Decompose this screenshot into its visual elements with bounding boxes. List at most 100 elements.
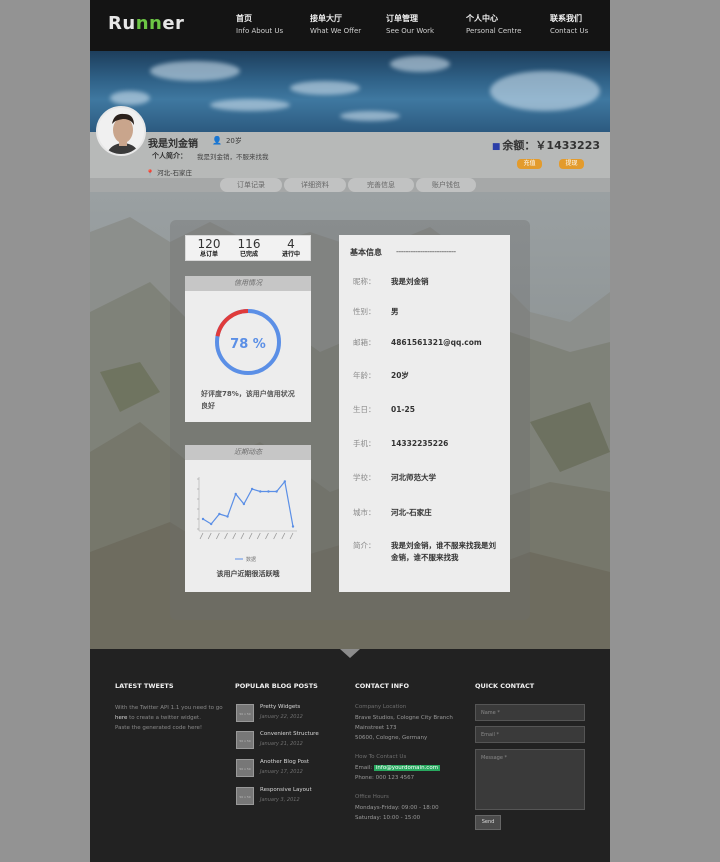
blog-title: POPULAR BLOG POSTS xyxy=(235,682,318,690)
logo[interactable]: Runner xyxy=(108,13,184,34)
name-field[interactable]: Name * xyxy=(475,704,585,721)
email-field[interactable]: Email * xyxy=(475,726,585,743)
data-point xyxy=(267,490,270,493)
data-point xyxy=(209,522,213,526)
x-tick xyxy=(240,532,245,540)
info-divider: ------------------------- xyxy=(396,247,456,256)
profile-age: 👤 20岁 xyxy=(212,136,242,145)
tab-details[interactable]: 详细资料 xyxy=(284,178,346,192)
data-point xyxy=(201,517,205,521)
hours: Mondays-Friday: 09:00 - 18:00 Saturday: 1… xyxy=(355,805,439,821)
wallet-icon: ■ xyxy=(491,142,501,152)
data-point xyxy=(234,492,237,496)
data-point xyxy=(250,487,254,491)
intro-label: 个人简介： xyxy=(152,152,187,160)
tab-orders[interactable]: 订单记录 xyxy=(220,178,282,192)
how-contact-label: How To Contact Us xyxy=(355,754,407,760)
email-line: Email: info@yourdomain.com xyxy=(355,765,441,771)
avatar[interactable] xyxy=(96,106,146,156)
info-title: 基本信息 xyxy=(350,248,382,257)
activity-chart: 数据 xyxy=(197,477,297,563)
profile-strip: 我是刘金销 👤 20岁 个人简介： 我是刘金销，不服来找我 📍 河北-石家庄 ■ 余额… xyxy=(90,132,610,178)
tweets-here-link[interactable]: here xyxy=(115,715,127,721)
activity-card: 近期动态 数据 该用户近期很活跃哦 xyxy=(185,445,311,592)
x-tick xyxy=(248,532,253,540)
x-tick xyxy=(265,532,269,540)
x-tick xyxy=(232,532,237,540)
blog-post[interactable]: 50 x 50 Another Blog Post January 17, 2012 xyxy=(236,759,356,779)
user-icon: 👤 xyxy=(212,136,222,145)
y-ticks xyxy=(197,478,199,530)
info-row-nickname: 昵称： 我是刘金销 xyxy=(353,277,429,286)
x-tick xyxy=(281,532,286,540)
send-button[interactable]: Send xyxy=(475,815,501,830)
data-point xyxy=(226,515,229,518)
gauge-percent-label: 78 % xyxy=(230,337,266,352)
data-point xyxy=(218,512,221,516)
data-point xyxy=(242,502,246,506)
stat-total: 120 总订单 xyxy=(197,237,221,258)
info-row-gender: 性别：男 xyxy=(353,307,399,316)
tab-wallet[interactable]: 账户钱包 xyxy=(416,178,476,192)
withdraw-button[interactable]: 提现 xyxy=(559,159,584,169)
x-tick xyxy=(207,532,212,540)
blog-post[interactable]: 50 x 50 Responsive Layout January 3, 2012 xyxy=(236,787,356,807)
x-tick xyxy=(199,532,204,540)
footer-caret xyxy=(340,649,360,658)
x-tick xyxy=(216,532,220,540)
x-ticks xyxy=(199,532,294,540)
tab-complete-info[interactable]: 完善信息 xyxy=(348,178,414,192)
info-row-email: 邮箱： 4861561321@qq.com xyxy=(353,338,482,347)
message-field[interactable]: Message * xyxy=(475,749,585,810)
info-row-phone: 手机： 14332235226 xyxy=(353,439,449,448)
info-row-city: 城市： 河北-石家庄 xyxy=(353,508,432,517)
quick-contact-title: QUICK CONTACT xyxy=(475,682,535,690)
nav-home[interactable]: 首页 Info About Us xyxy=(236,13,283,36)
address: Brave Studios, Cologne City Branch Mainst… xyxy=(355,715,453,741)
footer: LATEST TWEETS With the Twitter API 1.1 y… xyxy=(90,649,610,862)
credit-card: 信用情况 78 % 好评度78%，该用户信用状况良好 xyxy=(185,276,311,422)
top-navbar: Runner 首页 Info About Us 接单大厅 What We Offer… xyxy=(90,0,610,51)
tweets-title: LATEST TWEETS xyxy=(115,682,174,690)
post-thumbnail: 50 x 50 xyxy=(236,759,254,777)
info-bio: 我是刘金销，谁不服来找我是刘金销，谁不服来找我 xyxy=(391,541,496,562)
order-stats: 120 总订单 116 已完成 4 进行中 xyxy=(185,235,311,261)
phone-line: Phone: 000 123 4567 xyxy=(355,775,415,781)
nav-personal-centre[interactable]: 个人中心 Personal Centre xyxy=(466,13,521,36)
x-tick xyxy=(273,532,277,540)
profile-location: 📍 河北-石家庄 xyxy=(146,169,192,177)
balance: ■ 余额：￥1433223 xyxy=(491,139,600,152)
nav-order-hall[interactable]: 接单大厅 What We Offer xyxy=(310,13,361,36)
gauge-bad-arc xyxy=(215,309,249,337)
x-tick xyxy=(224,532,228,540)
data-point xyxy=(259,490,262,493)
tweets-text: With the Twitter API 1.1 you need to go … xyxy=(115,705,223,731)
data-point xyxy=(275,490,278,493)
profile-tabs: 订单记录 详细资料 完善信息 账户钱包 xyxy=(90,178,610,192)
stat-in-progress: 4 进行中 xyxy=(281,237,300,258)
email-link[interactable]: info@yourdomain.com xyxy=(373,765,441,771)
nav-contact[interactable]: 联系我们 Contact Us xyxy=(550,13,588,36)
x-tick xyxy=(256,532,261,540)
intro-value: 我是刘金销，不服来找我 xyxy=(197,153,269,161)
post-thumbnail: 50 x 50 xyxy=(236,731,254,749)
contact-title: CONTACT INFO xyxy=(355,682,409,690)
credit-title: 信用情况 xyxy=(185,276,311,291)
blog-post[interactable]: 50 x 50 Pretty Widgets January 22, 2012 xyxy=(236,704,356,724)
nav-order-management[interactable]: 订单管理 See Our Work xyxy=(386,13,434,36)
x-tick xyxy=(289,532,294,540)
legend-label: 数据 xyxy=(246,556,256,563)
info-bio-label: 简介： xyxy=(353,541,376,550)
page-frame: Runner 首页 Info About Us 接单大厅 What We Offer… xyxy=(90,0,610,862)
info-row-age: 年龄： 20岁 xyxy=(353,371,409,380)
credit-gauge: 78 % xyxy=(215,309,281,375)
location-pin-icon: 📍 xyxy=(146,169,155,177)
credit-text: 好评度78%，该用户信用状况良好 xyxy=(201,390,295,410)
profile-name: 我是刘金销 xyxy=(148,139,198,150)
stat-completed: 116 已完成 xyxy=(237,237,261,258)
basic-info-card: 基本信息 ------------------------- 昵称： 我是刘金销 … xyxy=(339,235,510,592)
post-thumbnail: 50 x 50 xyxy=(236,787,254,805)
blog-post[interactable]: 50 x 50 Convenient Structure January 21, 2… xyxy=(236,731,356,751)
activity-series-line xyxy=(202,480,294,527)
recharge-button[interactable]: 充值 xyxy=(517,159,542,169)
